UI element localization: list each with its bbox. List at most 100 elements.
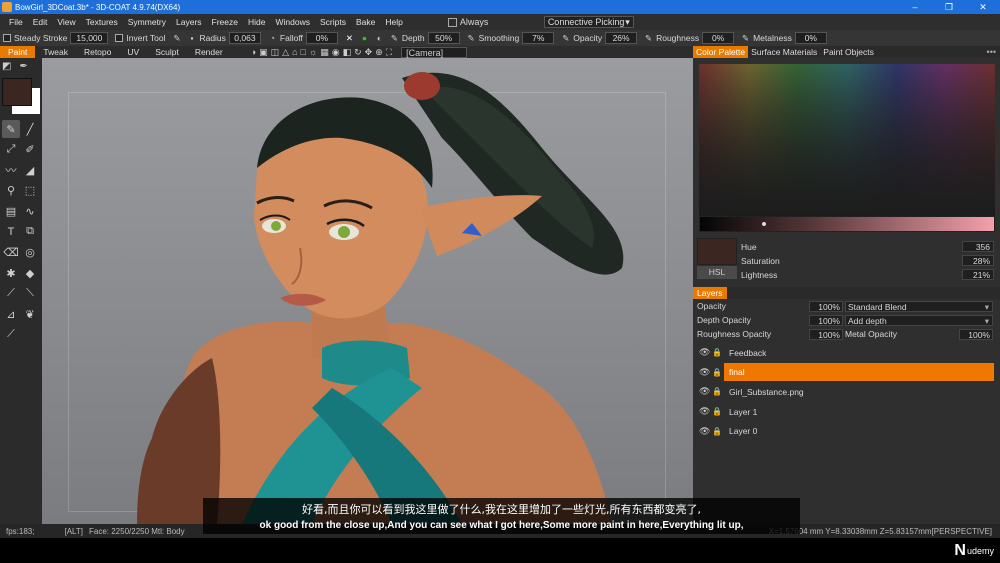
close-button[interactable]: ✕ bbox=[966, 2, 1000, 13]
layer-row-selected[interactable]: 👁 🔒 final bbox=[693, 363, 1000, 383]
invert-tool-option[interactable]: Invert Tool bbox=[112, 33, 165, 43]
layers-title[interactable]: Layers bbox=[693, 287, 727, 299]
layer-row[interactable]: 👁 🔒 Layer 1 bbox=[693, 402, 1000, 422]
viewport[interactable] bbox=[42, 58, 693, 524]
blend-mode-dropdown[interactable]: Standard Blend bbox=[845, 300, 993, 312]
select-tool-icon[interactable]: ⬚ bbox=[21, 182, 39, 200]
lock-icon[interactable]: 🔒 bbox=[712, 427, 722, 436]
metal-opacity-value[interactable]: 100% bbox=[959, 328, 993, 340]
panel-menu-icon[interactable]: ••• bbox=[987, 47, 996, 57]
hue-value[interactable]: 356 bbox=[962, 241, 994, 252]
gradient-handle[interactable] bbox=[762, 222, 766, 226]
minimize-button[interactable]: – bbox=[898, 2, 932, 13]
radius-option[interactable]: ✎ ▪ Radius 0,063 bbox=[169, 32, 261, 44]
color-swap-icon[interactable]: ◩ bbox=[2, 61, 11, 72]
menu-windows[interactable]: Windows bbox=[270, 17, 314, 27]
frame-icon[interactable]: ⛶ bbox=[386, 47, 392, 58]
tab-surface-materials[interactable]: Surface Materials bbox=[748, 46, 820, 58]
roughness-opacity-row[interactable]: Roughness Opacity 100% Metal Opacity 100… bbox=[693, 327, 1000, 341]
lock-icon[interactable]: 🔒 bbox=[712, 387, 722, 396]
sphere-view-icon[interactable]: ◉ bbox=[332, 47, 340, 58]
menu-edit[interactable]: Edit bbox=[28, 17, 53, 27]
hue-slider[interactable]: Hue 356 bbox=[741, 240, 994, 253]
roughness-value[interactable]: 0% bbox=[702, 32, 735, 44]
roughness-opacity-value[interactable]: 100% bbox=[809, 328, 843, 340]
depth-option[interactable]: ✎ Depth 50% bbox=[387, 32, 460, 44]
depth-value[interactable]: 50% bbox=[427, 32, 460, 44]
steady-stroke-option[interactable]: Steady Stroke 15,000 bbox=[0, 32, 109, 44]
saturation-value[interactable]: 28% bbox=[962, 255, 994, 266]
layer-row[interactable]: 👁 🔒 Layer 0 bbox=[693, 421, 1000, 441]
radius-value[interactable]: 0,063 bbox=[228, 32, 261, 44]
menu-hide[interactable]: Hide bbox=[243, 17, 270, 27]
picker-tool-icon[interactable]: ⟋ bbox=[2, 285, 20, 303]
room-sculpt[interactable]: Sculpt bbox=[147, 46, 187, 58]
maximize-button[interactable]: ❐ bbox=[932, 2, 966, 13]
move-icon[interactable]: ✥ bbox=[365, 47, 373, 58]
pencil-tool-icon[interactable]: ✐ bbox=[21, 141, 39, 159]
menu-symmetry[interactable]: Symmetry bbox=[123, 17, 171, 27]
saturation-slider[interactable]: Saturation 28% bbox=[741, 254, 994, 267]
menu-scripts[interactable]: Scripts bbox=[315, 17, 351, 27]
fill-tool-icon[interactable]: ◢ bbox=[21, 161, 39, 179]
menu-view[interactable]: View bbox=[52, 17, 80, 27]
light-icon[interactable]: ☼ bbox=[309, 47, 317, 57]
connective-picking-dropdown[interactable]: Connective Picking ▾ bbox=[543, 16, 634, 28]
lightness-slider[interactable]: Lightness 21% bbox=[741, 268, 994, 281]
grid-icon[interactable]: ▦ bbox=[320, 47, 329, 58]
depth-mode-dropdown[interactable]: Add depth bbox=[845, 314, 993, 326]
texture-tool-icon[interactable]: ▤ bbox=[2, 202, 20, 220]
camera-dropdown[interactable]: [Camera] bbox=[401, 46, 468, 58]
smudge-tool-icon[interactable]: 〰 bbox=[2, 161, 20, 179]
split-icon[interactable]: ◫ bbox=[271, 47, 280, 58]
curve-tool-icon[interactable]: ∿ bbox=[21, 202, 39, 220]
ruler-tool-icon[interactable]: ⟋ bbox=[2, 326, 20, 344]
smoothing-option[interactable]: ✎ Smoothing 7% bbox=[464, 32, 555, 44]
always-checkbox[interactable]: Always bbox=[447, 17, 540, 27]
depth-opacity-value[interactable]: 100% bbox=[809, 314, 843, 326]
contrast-icon[interactable]: ◑ bbox=[251, 47, 256, 57]
erase-layer-icon[interactable]: ◆ bbox=[21, 264, 39, 282]
line-tool-icon[interactable]: ╱ bbox=[21, 120, 39, 138]
lightness-value[interactable]: 21% bbox=[962, 269, 994, 280]
layer-row[interactable]: 👁 🔒 Girl_Substance.png bbox=[693, 382, 1000, 402]
square-icon[interactable]: □ bbox=[301, 47, 306, 57]
lightness-gradient-bar[interactable] bbox=[699, 216, 995, 232]
layer-name[interactable]: final bbox=[724, 363, 994, 382]
lock-icon[interactable]: 🔒 bbox=[712, 348, 722, 357]
tab-paint-objects[interactable]: Paint Objects bbox=[820, 46, 877, 58]
falloff-option[interactable]: ◔ Falloff 0% bbox=[265, 32, 338, 44]
room-render[interactable]: Render bbox=[187, 46, 231, 58]
pen-icon[interactable]: ✒ bbox=[19, 61, 27, 72]
visibility-eye-icon[interactable]: 👁 bbox=[699, 426, 710, 437]
tab-color-palette[interactable]: Color Palette bbox=[693, 46, 749, 58]
falloff-value[interactable]: 0% bbox=[305, 32, 338, 44]
metalness-value[interactable]: 0% bbox=[794, 32, 827, 44]
menu-bake[interactable]: Bake bbox=[351, 17, 380, 27]
visibility-eye-icon[interactable]: 👁 bbox=[699, 386, 710, 397]
layer-opacity-value[interactable]: 100% bbox=[809, 300, 843, 312]
zoom-icon[interactable]: ⊕ bbox=[375, 47, 383, 58]
cube-icon[interactable]: ◧ bbox=[343, 47, 352, 58]
steady-stroke-value[interactable]: 15,000 bbox=[70, 32, 109, 44]
eraser-tool-icon[interactable]: ⌫ bbox=[2, 244, 20, 262]
menu-textures[interactable]: Textures bbox=[81, 17, 123, 27]
opacity-value[interactable]: 26% bbox=[605, 32, 638, 44]
layer-opacity-row[interactable]: Opacity 100% Standard Blend bbox=[693, 299, 1000, 313]
gear-icon[interactable]: ✱ bbox=[2, 264, 20, 282]
cylinder-icon[interactable]: ⌂ bbox=[292, 47, 297, 57]
lock-icon[interactable]: 🔒 bbox=[712, 368, 722, 377]
visibility-eye-icon[interactable]: 👁 bbox=[699, 367, 710, 378]
view-tool-icon[interactable]: ◎ bbox=[21, 244, 39, 262]
room-paint[interactable]: Paint bbox=[0, 46, 36, 58]
dropper-tool-icon[interactable]: ⟍ bbox=[21, 285, 39, 303]
butterfly-icon[interactable]: ❦ bbox=[21, 305, 39, 323]
sphere-icon[interactable]: ◐ bbox=[374, 33, 385, 44]
text-tool-icon[interactable]: T bbox=[2, 223, 20, 241]
layer-name[interactable]: Layer 0 bbox=[724, 422, 994, 440]
visibility-eye-icon[interactable]: 👁 bbox=[699, 347, 710, 358]
layer-name[interactable]: Girl_Substance.png bbox=[724, 383, 994, 401]
menu-file[interactable]: File bbox=[4, 17, 28, 27]
green-sphere-icon[interactable]: ● bbox=[359, 33, 370, 44]
stamp-tool-icon[interactable]: ⚲ bbox=[2, 182, 20, 200]
